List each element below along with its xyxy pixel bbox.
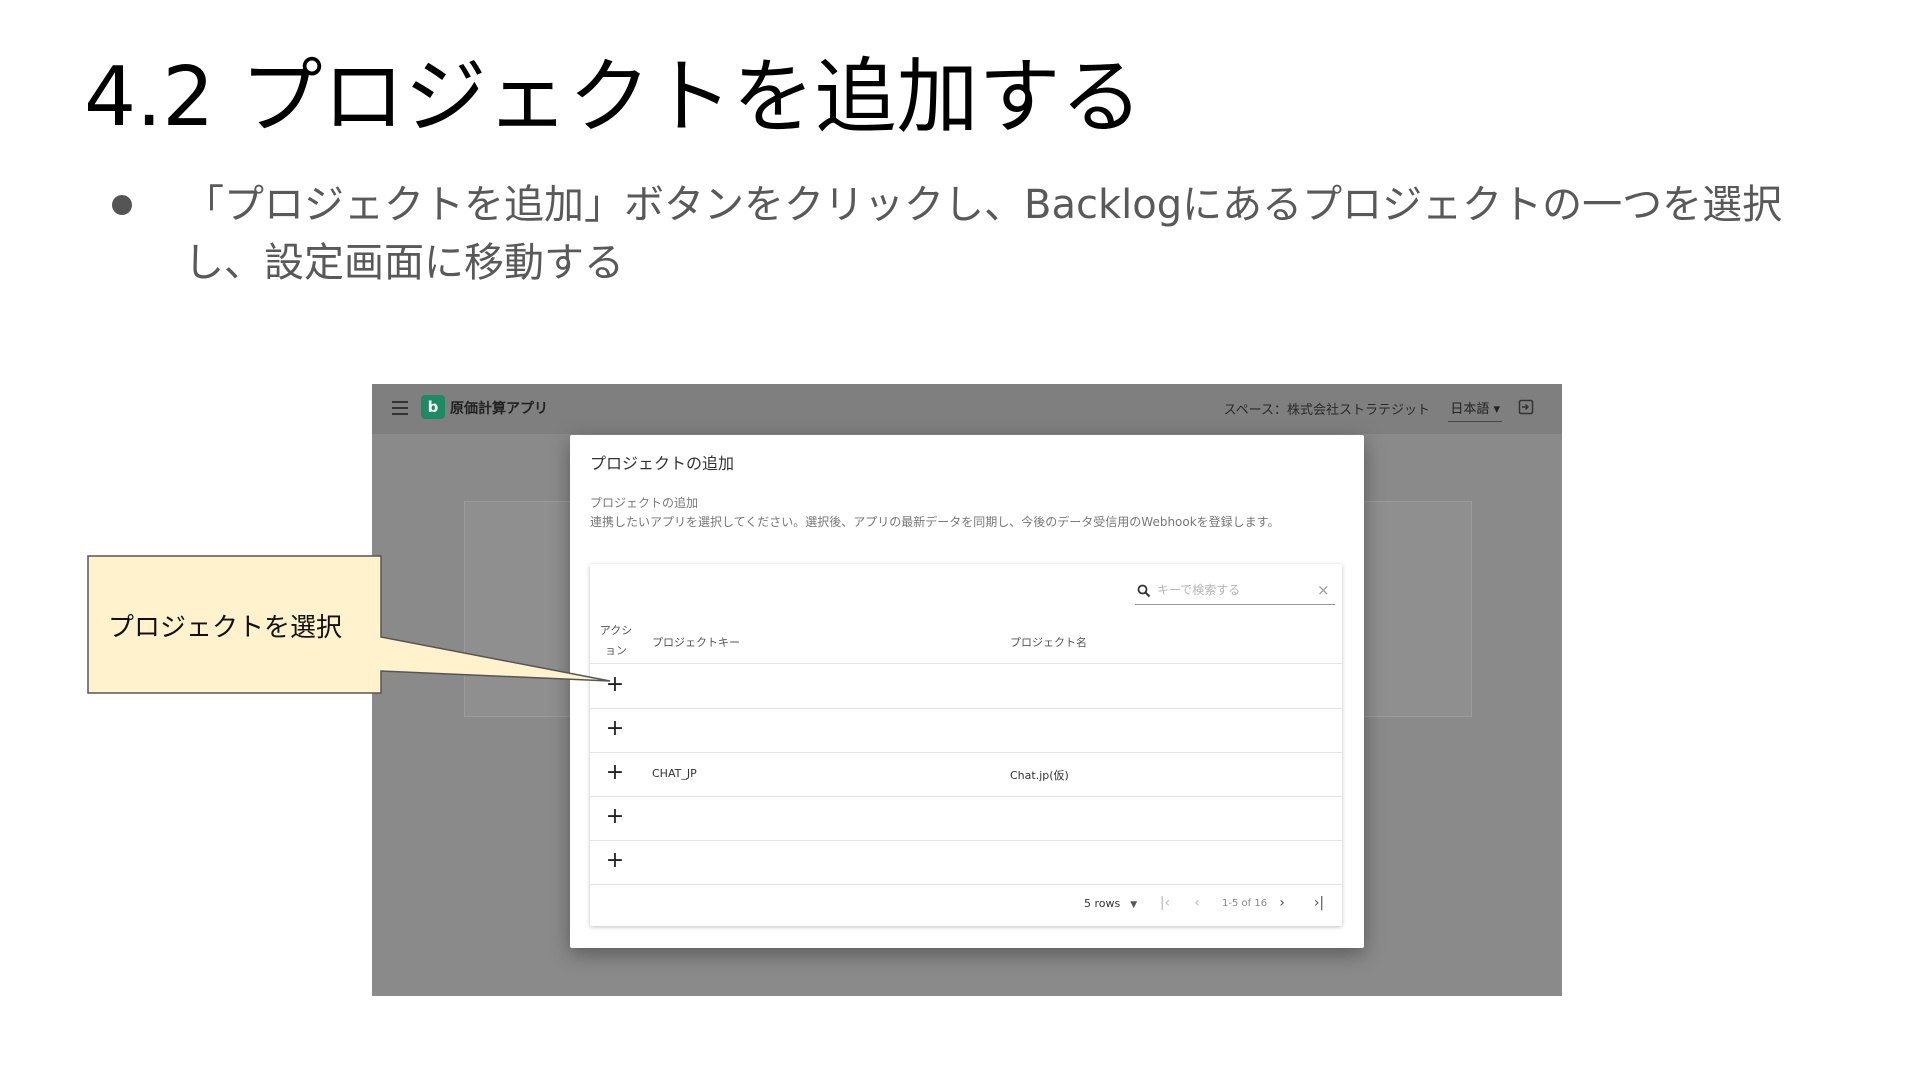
callout-text: プロジェクトを選択 <box>108 613 343 643</box>
callout-shape <box>87 555 611 694</box>
